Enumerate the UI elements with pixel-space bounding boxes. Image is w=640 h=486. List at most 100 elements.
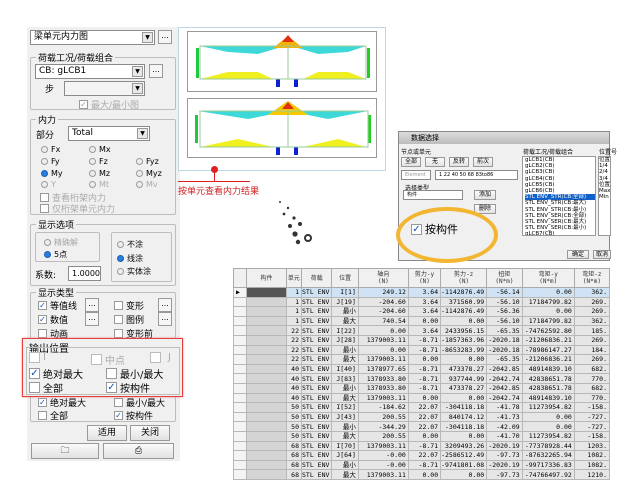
all-checkbox[interactable]: 全部 <box>29 380 63 395</box>
row-header[interactable] <box>233 363 248 375</box>
save-button[interactable]: 🗀 <box>31 443 99 459</box>
add-button[interactable]: 添加 <box>474 190 496 200</box>
table-row[interactable]: 40 STL ENV I[40] 1378977.65 -8.71 473378.27 -2… <box>233 363 610 375</box>
position-mid-checkbox[interactable]: 中点 <box>91 352 125 367</box>
table-row[interactable]: 1 STL ENV 最小 -204.60 3.64 -1142876.49 -56.36 0.… <box>233 306 610 317</box>
apply-button[interactable]: 适用 <box>87 425 127 441</box>
column-header[interactable]: 扭矩 (N*m) <box>486 268 523 288</box>
table-row[interactable]: ▶ 1 STL ENV I[1] 249.12 3.64 -1142876.49 -56.14… <box>233 287 610 298</box>
cancel-button[interactable]: 取消 <box>593 250 611 259</box>
radio-mx[interactable]: Mx <box>89 145 111 154</box>
minmax-checkbox[interactable]: 最小/最大 <box>106 366 163 381</box>
deform-more-button[interactable]: ... <box>158 298 172 312</box>
position-i-checkbox[interactable]: I <box>29 352 46 363</box>
row-header[interactable] <box>233 334 248 346</box>
table-row[interactable]: 68 STL ENV 最小 -0.00 -8.71 -9741801.08 -2020.19… <box>233 459 610 471</box>
radio-y[interactable]: Y <box>41 180 56 189</box>
column-header[interactable]: 构件 <box>246 268 287 288</box>
table-row[interactable]: 22 STL ENV J[28] 1379003.11 -8.71 -1857363.96… <box>233 334 610 346</box>
table-row[interactable]: 40 STL ENV 最大 1379003.11 0.00 0.00 -2042.74 489… <box>233 392 610 404</box>
minmax-checkbox-under[interactable]: 最小/最大 <box>114 398 165 407</box>
element-type-select[interactable]: Element <box>401 170 431 180</box>
table-row[interactable]: 40 STL ENV 最小 1378933.80 -8.71 473378.27 -2042… <box>233 382 610 394</box>
row-header[interactable] <box>233 411 248 423</box>
result-type-select[interactable]: 梁单元内力图 ▼ <box>30 30 155 45</box>
absmax-checkbox[interactable]: ✓ 绝对最大 <box>29 366 83 381</box>
row-header[interactable] <box>233 344 248 356</box>
by-member-checkbox[interactable]: ✓ 按构件 <box>106 380 150 395</box>
radio-fz[interactable]: Fz <box>89 157 108 166</box>
column-header[interactable]: 单元 <box>285 268 303 288</box>
invert-button[interactable]: 反转 <box>449 157 469 167</box>
position-j-checkbox[interactable]: J <box>150 352 171 363</box>
truss-only-checkbox[interactable]: 仅桁架单元内力 <box>40 202 115 215</box>
print-button[interactable]: ⎙ <box>103 443 174 459</box>
legend-checkbox[interactable]: 图例 <box>114 313 144 326</box>
column-header[interactable]: 轴向 (N) <box>357 268 409 288</box>
column-header[interactable]: 弯矩-z (N*m) <box>573 268 610 288</box>
table-row[interactable]: 50 STL ENV J[43] 200.55 22.07 840174.12 -41.73… <box>233 411 610 423</box>
position-list[interactable]: 位置 I1/42/43/4位置 JMaxMin <box>598 156 611 236</box>
table-row[interactable]: 83STL ENVI[84]-10858443.801.56-606549.26… <box>233 478 610 480</box>
row-header[interactable] <box>233 459 248 471</box>
radio-line-fill[interactable]: 线涂 <box>117 253 143 264</box>
column-header[interactable]: 荷载 <box>300 268 333 288</box>
row-header[interactable] <box>233 325 248 336</box>
radio-mz[interactable]: Mz <box>89 169 110 178</box>
previous-button[interactable]: 前次 <box>473 157 493 167</box>
table-row[interactable]: 1 STL ENV J[19] -204.60 3.64 371560.99 -56.10 1… <box>233 296 610 308</box>
table-row[interactable]: 40 STL ENV J[83] 1378933.80 -8.71 937744.99 -2… <box>233 373 610 384</box>
row-header[interactable] <box>233 469 248 480</box>
radio-fyz[interactable]: Fyz <box>136 157 159 166</box>
radio-no-fill[interactable]: 不涂 <box>117 239 143 250</box>
by-member-checkbox-under[interactable]: ✓ 按构件 <box>114 409 153 422</box>
row-header[interactable] <box>233 392 248 404</box>
row-header[interactable] <box>233 430 248 442</box>
table-row[interactable]: 22 STL ENV I[22] 0.00 3.64 2433956.15 -65.35 -7… <box>233 325 610 336</box>
table-row[interactable]: 68 STL ENV I[70] 1379003.11 -8.71 3209493.26-… <box>233 440 610 452</box>
row-header[interactable] <box>233 450 248 461</box>
radio-five-points[interactable]: 5点 <box>44 249 67 260</box>
row-header[interactable]: ▶ <box>233 287 248 298</box>
element-list-input[interactable]: 1 22 40 50 68 83to86 <box>435 170 518 180</box>
select-type-select[interactable]: 构件 <box>403 190 463 200</box>
coef-input[interactable]: 1.00000 <box>68 266 101 281</box>
row-header[interactable] <box>233 421 248 432</box>
load-case-more-button[interactable]: ... <box>149 64 163 78</box>
table-row[interactable]: 22 STL ENV 最小 0.00 -8.71 -8653283.99 -2020.18-… <box>233 344 610 356</box>
radio-mv[interactable]: Mv <box>136 180 158 189</box>
load-case-item[interactable]: STL ENV_STR(CB:最小) <box>525 207 595 213</box>
load-case-item[interactable]: gLCB7(CB) <box>525 231 595 235</box>
part-select[interactable]: Total ▼ <box>68 126 150 141</box>
column-header[interactable]: 剪力-z (N) <box>440 268 488 288</box>
close-button[interactable]: 关闭 <box>130 425 170 441</box>
row-header[interactable] <box>233 315 248 327</box>
contour-checkbox[interactable]: ✓ 等值线 <box>38 299 77 312</box>
row-header[interactable] <box>233 478 248 480</box>
all-checkbox-under[interactable]: 全部 <box>38 409 68 422</box>
load-case-item[interactable]: STL ENV_STR(CB:最大) <box>525 200 595 206</box>
row-header[interactable] <box>233 354 248 365</box>
column-header[interactable]: 位置 <box>331 268 359 288</box>
position-item[interactable]: Min <box>599 194 610 200</box>
absmax-checkbox-under[interactable]: ✓ 绝对最大 <box>38 398 86 407</box>
table-row[interactable]: 50 STL ENV 最小 -344.29 22.07 -304118.18 -42.09 0… <box>233 421 610 432</box>
radio-exact[interactable]: 精确解 <box>44 237 78 248</box>
radio-my[interactable]: My <box>41 169 63 178</box>
row-header[interactable] <box>233 296 248 308</box>
row-header[interactable] <box>233 382 248 394</box>
table-row[interactable]: 1 STL ENV 最大 740.54 0.00 0.00 -56.10 17184799.8… <box>233 315 610 327</box>
radio-fx[interactable]: Fx <box>41 145 60 154</box>
table-row[interactable]: 50 STL ENV 最大 200.55 0.00 0.00 -41.70 11273954.… <box>233 430 610 442</box>
load-case-select[interactable]: CB: gLCB1 ▼ <box>35 64 145 79</box>
step-select[interactable]: ▼ <box>64 81 145 96</box>
legend-more-button[interactable]: ... <box>158 312 172 326</box>
row-header[interactable] <box>233 402 248 413</box>
table-row[interactable]: 50 STL ENV I[52] -184.62 22.07 -304118.18 -41.… <box>233 402 610 413</box>
contour-more-button[interactable]: ... <box>85 298 99 312</box>
table-row[interactable]: 22 STL ENV 最大 1379003.11 0.00 0.00 -65.35 -2120… <box>233 354 610 365</box>
ok-button[interactable]: 确定 <box>567 250 589 259</box>
table-row[interactable]: 68 STL ENV J[64] -0.00 22.07 -2586512.49 -97.7… <box>233 450 610 461</box>
deform-checkbox[interactable]: 变形 <box>114 299 144 312</box>
row-header[interactable] <box>233 440 248 452</box>
